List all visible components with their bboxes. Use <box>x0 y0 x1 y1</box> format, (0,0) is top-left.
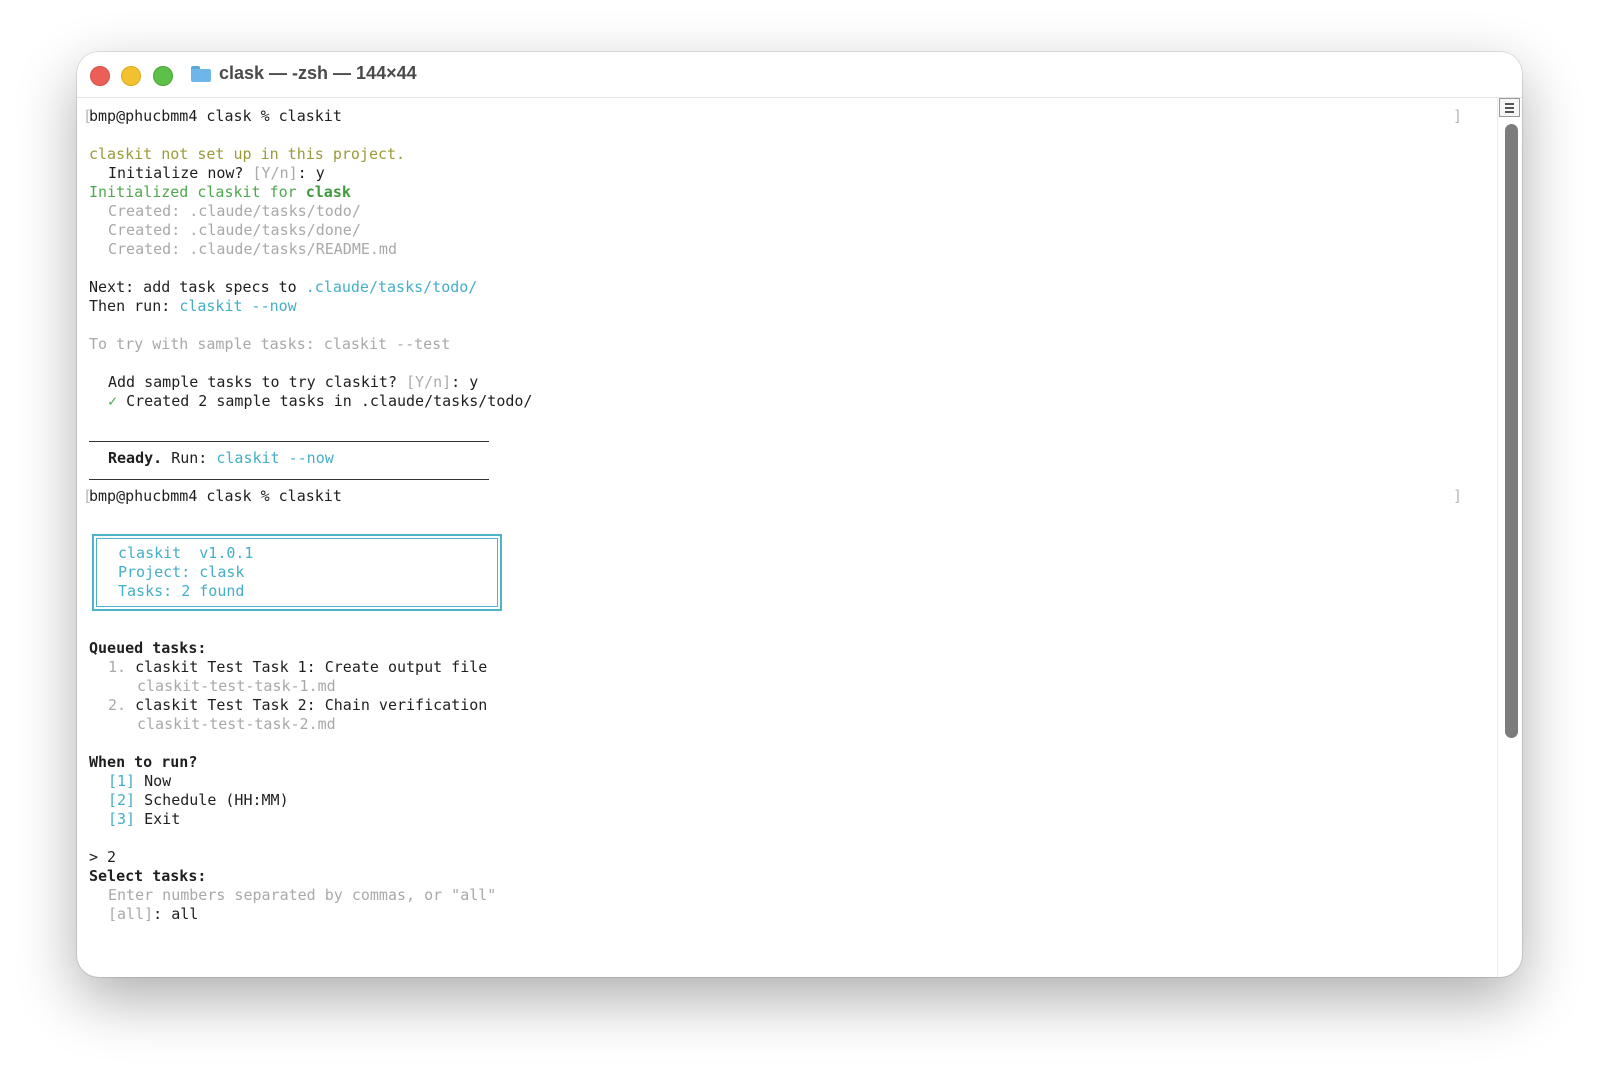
menu-option-label: Now <box>144 772 172 790</box>
task-item: 1. claskit Test Task 1: Create output fi… <box>89 658 487 677</box>
scrollbar-thumb[interactable] <box>1505 124 1518 738</box>
sample-created-text: Created 2 sample tasks in .claude/tasks/… <box>126 392 533 410</box>
zoom-button[interactable] <box>153 66 173 86</box>
window-title: clask — -zsh — 144×44 <box>219 63 417 83</box>
select-input-line[interactable]: [all]: all <box>89 905 198 924</box>
divider-top <box>89 441 489 442</box>
box-version: claskit v1.0.1 <box>118 544 254 562</box>
ready-label: Ready. <box>108 449 163 467</box>
init-question-text: Initialize now? <box>108 164 244 182</box>
scroll-marks-icon-bar <box>1505 111 1514 113</box>
menu-option-key: [1] <box>108 772 136 790</box>
menu-option-label: Exit <box>144 810 181 828</box>
task-item: 2. claskit Test Task 2: Chain verificati… <box>89 696 487 715</box>
task-file: claskit-test-task-2.md <box>89 715 336 734</box>
scroll-marks-icon-bar <box>1505 103 1514 105</box>
created-line: Created: .claude/tasks/README.md <box>89 240 397 259</box>
scroll-marks-icon-bar <box>1505 107 1514 109</box>
task-file: claskit-test-task-1.md <box>89 677 336 696</box>
init-question: Initialize now? [Y/n]: y <box>89 164 325 183</box>
next-text: Next: add task specs to <box>89 278 297 296</box>
menu-option-label: Schedule (HH:MM) <box>144 791 289 809</box>
prompt-mark-end-icon: ] <box>1453 107 1463 125</box>
sample-question-answer: : y <box>451 373 479 391</box>
try-sample-hint: To try with sample tasks: claskit --test <box>89 335 451 353</box>
task-filename: claskit-test-task-1.md <box>137 677 336 695</box>
sample-created-line: ✓ Created 2 sample tasks in .claude/task… <box>89 392 532 411</box>
queued-heading: Queued tasks: <box>89 639 207 657</box>
init-question-options: [Y/n] <box>252 164 298 182</box>
created-text: Created: .claude/tasks/todo/ <box>108 202 361 220</box>
created-line: Created: .claude/tasks/done/ <box>89 221 361 240</box>
when-heading: When to run? <box>89 753 198 771</box>
sample-question-options: [Y/n] <box>406 373 452 391</box>
prompt-text: bmp@phucbmm4 clask % claskit <box>89 487 342 505</box>
ready-command: claskit --now <box>216 449 334 467</box>
ready-run-text: Run: <box>171 449 208 467</box>
minimize-button[interactable] <box>121 66 141 86</box>
divider-bottom <box>89 479 489 480</box>
terminal-window: clask — -zsh — 144×44 bmp@phucbmm4 clask… <box>77 52 1522 977</box>
prompt-mark-icon: [ <box>83 107 93 125</box>
menu-option: [1] Now <box>89 772 171 791</box>
menu-option: [3] Exit <box>89 810 180 829</box>
task-number: 1. <box>108 658 127 676</box>
prompt-mark-icon: [ <box>83 487 93 505</box>
ready-line: Ready. Run: claskit --now <box>89 449 334 468</box>
scroll-marks-icon[interactable] <box>1499 98 1520 117</box>
select-hint: Enter numbers separated by commas, or "a… <box>89 886 496 905</box>
initialized-project: clask <box>305 183 351 201</box>
menu-option-key: [2] <box>108 791 136 809</box>
sample-question-text: Add sample tasks to try claskit? <box>108 373 397 391</box>
sample-question: Add sample tasks to try claskit? [Y/n]: … <box>89 373 478 392</box>
terminal-output[interactable]: bmp@phucbmm4 clask % claskit [ ] claskit… <box>77 98 1522 977</box>
menu-option: [2] Schedule (HH:MM) <box>89 791 289 810</box>
created-text: Created: .claude/tasks/README.md <box>108 240 397 258</box>
task-number: 2. <box>108 696 127 714</box>
prompt-text: bmp@phucbmm4 clask % claskit <box>89 107 342 125</box>
title-bar[interactable]: clask — -zsh — 144×44 <box>77 52 1522 98</box>
then-command: claskit --now <box>179 297 297 315</box>
prompt-line: bmp@phucbmm4 clask % claskit <box>89 487 342 506</box>
menu-answer: > 2 <box>89 848 117 866</box>
folder-icon-body <box>191 69 211 82</box>
next-line: Next: add task specs to .claude/tasks/to… <box>89 278 477 297</box>
init-question-answer: : y <box>297 164 325 182</box>
box-project: Project: clask <box>118 563 245 581</box>
then-line: Then run: claskit --now <box>89 297 297 316</box>
not-setup-message: claskit not set up in this project. <box>89 145 406 163</box>
task-title: claskit Test Task 2: Chain verification <box>135 696 488 714</box>
check-icon: ✓ <box>108 392 118 410</box>
select-answer: : all <box>153 905 199 923</box>
select-heading: Select tasks: <box>89 867 207 885</box>
initialized-message: Initialized claskit for clask <box>89 183 351 202</box>
close-button[interactable] <box>90 66 110 86</box>
menu-option-key: [3] <box>108 810 136 828</box>
select-default: [all] <box>108 905 154 923</box>
task-title: claskit Test Task 1: Create output file <box>135 658 488 676</box>
created-text: Created: .claude/tasks/done/ <box>108 221 361 239</box>
prompt-line: bmp@phucbmm4 clask % claskit <box>89 107 342 126</box>
prompt-mark-end-icon: ] <box>1453 487 1463 505</box>
then-text: Then run: <box>89 297 171 315</box>
initialized-text: Initialized claskit for <box>89 183 297 201</box>
select-hint-text: Enter numbers separated by commas, or "a… <box>108 886 497 904</box>
next-path: .claude/tasks/todo/ <box>305 278 478 296</box>
created-line: Created: .claude/tasks/todo/ <box>89 202 361 221</box>
task-filename: claskit-test-task-2.md <box>137 715 336 733</box>
box-tasks: Tasks: 2 found <box>118 582 245 600</box>
folder-icon <box>191 66 211 82</box>
